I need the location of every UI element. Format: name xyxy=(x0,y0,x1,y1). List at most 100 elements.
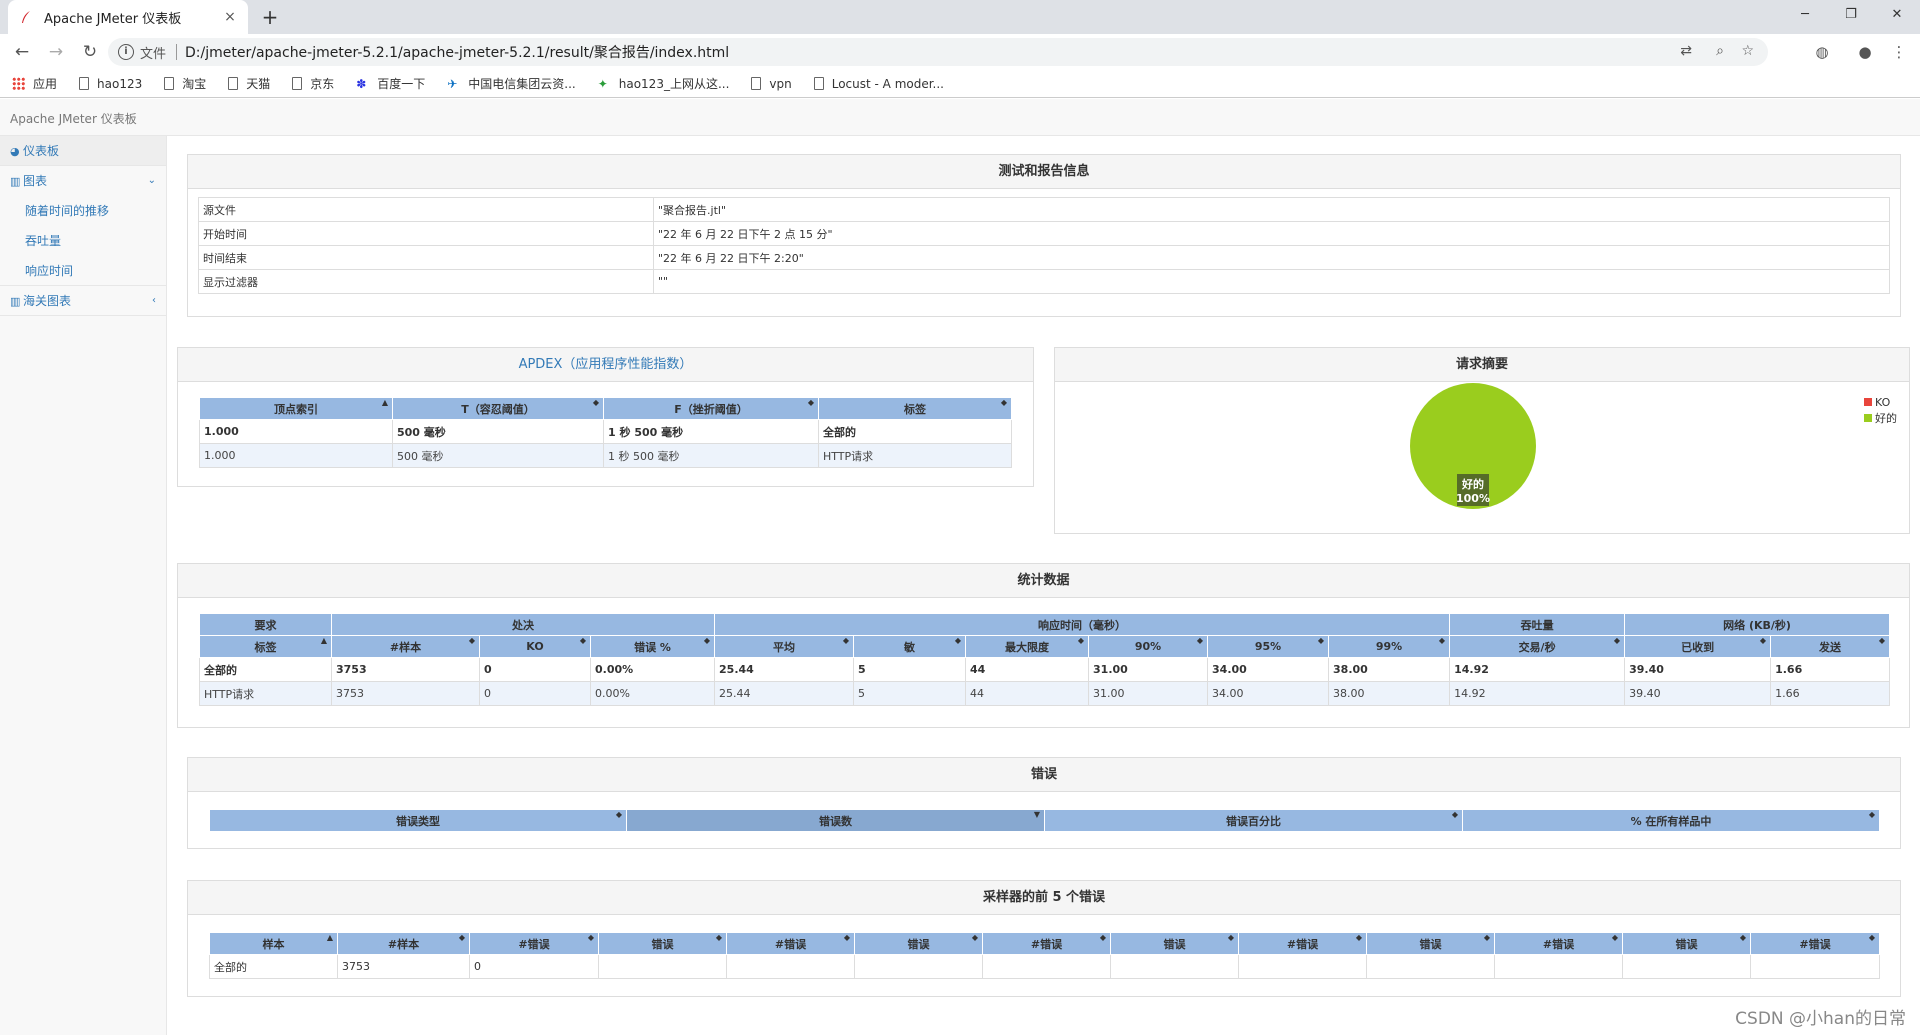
legend-item-ko[interactable]: KO xyxy=(1864,394,1897,410)
sidebar-item-throughput[interactable]: 吞吐量 xyxy=(0,226,166,256)
top5-col-count-2[interactable]: #错误 ◆ xyxy=(982,932,1111,955)
pie-slice-label: 好的100% xyxy=(1456,474,1490,506)
sort-icon: ◆ xyxy=(807,398,814,408)
stats-col-max[interactable]: 最大限度 ◆ xyxy=(965,635,1090,658)
top5-col-count-1[interactable]: #错误 ◆ xyxy=(726,932,855,955)
bookmark-locust[interactable]: Locust - A moder... xyxy=(813,77,944,91)
stats-col-average[interactable]: 平均 ◆ xyxy=(714,635,855,658)
top5-col-count-4[interactable]: #错误 ◆ xyxy=(1494,932,1623,955)
extension-icon[interactable]: ◍ xyxy=(1810,40,1834,64)
back-icon[interactable]: ← xyxy=(10,40,34,64)
sort-icon: ◆ xyxy=(1739,933,1746,943)
close-window-icon[interactable]: ✕ xyxy=(1874,0,1920,30)
tab-close-icon[interactable]: × xyxy=(222,9,238,25)
apdex-col-label[interactable]: 标签 ◆ xyxy=(818,397,1012,420)
app-brand[interactable]: Apache JMeter 仪表板 xyxy=(10,112,137,126)
pie-chart[interactable]: 好的100% xyxy=(1055,382,1911,532)
app-header: Apache JMeter 仪表板 xyxy=(0,99,1920,136)
table-row: 开始时间 "22 年 6 月 22 日下午 2 点 15 分" xyxy=(198,221,1890,246)
group-header-throughput: 吞吐量 xyxy=(1449,613,1626,636)
apdex-col-f[interactable]: F（挫折阈值） ◆ xyxy=(603,397,819,420)
bookmark-vpn[interactable]: vpn xyxy=(751,77,792,91)
stats-col-sent[interactable]: 发送 ◆ xyxy=(1770,635,1890,658)
stats-col-error-pct[interactable]: 错误 % ◆ xyxy=(589,635,716,658)
top5-col-error-5[interactable]: 错误 ◆ xyxy=(1622,932,1751,955)
sort-icon: ◆ xyxy=(1196,636,1204,646)
menu-icon[interactable]: ⋮ xyxy=(1887,40,1911,64)
translate-icon[interactable]: ⇄ xyxy=(1680,43,1692,59)
url-text[interactable]: D:/jmeter/apache-jmeter-5.2.1/apache-jme… xyxy=(185,42,729,62)
sort-desc-icon: ▼ xyxy=(1033,810,1040,820)
stats-col-p90[interactable]: 90% ◆ xyxy=(1088,635,1209,658)
errors-col-count[interactable]: 错误数 ▼ xyxy=(626,809,1045,832)
profile-icon[interactable]: ● xyxy=(1853,40,1877,64)
new-tab-button[interactable]: + xyxy=(258,6,282,30)
sidebar-item-custom-charts[interactable]: ▥ 海关图表 ‹ xyxy=(0,286,166,316)
sort-icon: ◆ xyxy=(842,636,850,646)
page-icon xyxy=(813,77,824,90)
stats-col-received[interactable]: 已收到 ◆ xyxy=(1624,635,1772,658)
top5-col-error-1[interactable]: 错误 ◆ xyxy=(598,932,727,955)
apdex-col-t[interactable]: T（容忍阈值） ◆ xyxy=(392,397,604,420)
bookmark-tmall[interactable]: 天猫 xyxy=(228,75,270,92)
test-info-title: 测试和报告信息 xyxy=(188,155,1900,189)
apdex-header-row: 顶点索引 ▲ T（容忍阈值） ◆ F（挫折阈值） ◆ 标签 ◆ xyxy=(199,397,1012,420)
stats-col-p95[interactable]: 95% ◆ xyxy=(1207,635,1330,658)
top5-col-sample[interactable]: 样本 ▲ xyxy=(209,932,338,955)
address-bar[interactable]: i 文件 D:/jmeter/apache-jmeter-5.2.1/apach… xyxy=(108,38,1768,66)
bookmark-hao123[interactable]: hao123 xyxy=(79,77,142,91)
bar-chart-icon: ▥ xyxy=(10,295,21,308)
test-info-panel: 测试和报告信息 源文件 "聚合报告.jtl" 开始时间 "22 年 6 月 22 日… xyxy=(187,154,1901,317)
sort-icon: ◆ xyxy=(1317,636,1325,646)
errors-col-percent[interactable]: 错误百分比 ◆ xyxy=(1044,809,1463,832)
errors-col-type[interactable]: 错误类型 ◆ xyxy=(209,809,627,832)
bookmark-taobao[interactable]: 淘宝 xyxy=(164,75,206,92)
stats-col-samples[interactable]: #样本 ◆ xyxy=(331,635,480,658)
stats-col-p99[interactable]: 99% ◆ xyxy=(1328,635,1451,658)
top5-col-error-3[interactable]: 错误 ◆ xyxy=(1110,932,1239,955)
top5-col-errors[interactable]: #错误 ◆ xyxy=(469,932,599,955)
sort-icon: ◆ xyxy=(971,933,978,943)
bookmark-apps[interactable]: 应用 xyxy=(12,75,57,92)
stats-col-ko[interactable]: KO ◆ xyxy=(479,635,591,658)
zoom-icon[interactable]: ⌕ xyxy=(1716,43,1724,59)
top5-col-samples[interactable]: #样本 ◆ xyxy=(337,932,470,955)
scheme-label: 文件 xyxy=(140,46,167,62)
stats-col-label[interactable]: 标签 ▲ xyxy=(199,635,332,658)
apdex-col-index[interactable]: 顶点索引 ▲ xyxy=(199,397,393,420)
statistics-table: 要求 处决 响应时间（毫秒） 吞吐量 网络 (KB/秒) 标签 ▲ #样本 ◆ KO… xyxy=(199,613,1890,706)
top5-col-count-5[interactable]: #错误 ◆ xyxy=(1750,932,1880,955)
stats-col-transactions[interactable]: 交易/秒 ◆ xyxy=(1449,635,1626,658)
sidebar-item-response-times[interactable]: 响应时间 xyxy=(0,256,166,286)
reload-icon[interactable]: ↻ xyxy=(78,40,102,64)
forward-icon[interactable]: → xyxy=(44,40,68,64)
sort-icon: ◆ xyxy=(1611,933,1618,943)
errors-col-all-samples[interactable]: % 在所有样品中 ◆ xyxy=(1462,809,1880,832)
bookmark-hao123-home[interactable]: ✦ hao123_上网从这... xyxy=(598,75,730,92)
bookmark-baidu[interactable]: ✽ 百度一下 xyxy=(356,75,425,92)
bar-chart-icon: ▥ xyxy=(10,175,21,188)
stats-col-min[interactable]: 敏 ◆ xyxy=(853,635,967,658)
legend-item-ok[interactable]: 好的 xyxy=(1864,410,1897,426)
top5-col-error-4[interactable]: 错误 ◆ xyxy=(1366,932,1495,955)
sidebar-item-over-time[interactable]: 随着时间的推移 xyxy=(0,196,166,226)
apdex-table: 顶点索引 ▲ T（容忍阈值） ◆ F（挫折阈值） ◆ 标签 ◆ 1.000 500 毫秒 1… xyxy=(199,397,1012,468)
sidebar-item-dashboard[interactable]: ◕ 仪表板 xyxy=(0,136,166,166)
browser-tab[interactable]: Apache JMeter 仪表板 × xyxy=(8,0,248,34)
minimize-icon[interactable]: ─ xyxy=(1782,0,1828,30)
page-icon xyxy=(164,77,175,90)
table-row: 时间结束 "22 年 6 月 22 日下午 2:20" xyxy=(198,245,1890,270)
top5-col-count-3[interactable]: #错误 ◆ xyxy=(1238,932,1367,955)
bookmark-ctyun[interactable]: ✈ 中国电信集团云资... xyxy=(447,75,575,92)
bookmark-star-icon[interactable]: ☆ xyxy=(1741,43,1754,59)
sort-icon: ◆ xyxy=(1868,810,1875,820)
site-info-icon[interactable]: i xyxy=(118,44,134,60)
chevron-down-icon: ⌄ xyxy=(147,175,156,186)
group-header-response-times: 响应时间（毫秒） xyxy=(714,613,1451,636)
sort-icon: ◆ xyxy=(615,810,622,820)
restore-icon[interactable]: ❐ xyxy=(1828,0,1874,30)
jmeter-feather-icon xyxy=(18,9,34,25)
sidebar-item-charts[interactable]: ▥ 图表 ⌄ xyxy=(0,166,166,196)
bookmark-jd[interactable]: 京东 xyxy=(292,75,334,92)
top5-col-error-2[interactable]: 错误 ◆ xyxy=(854,932,983,955)
